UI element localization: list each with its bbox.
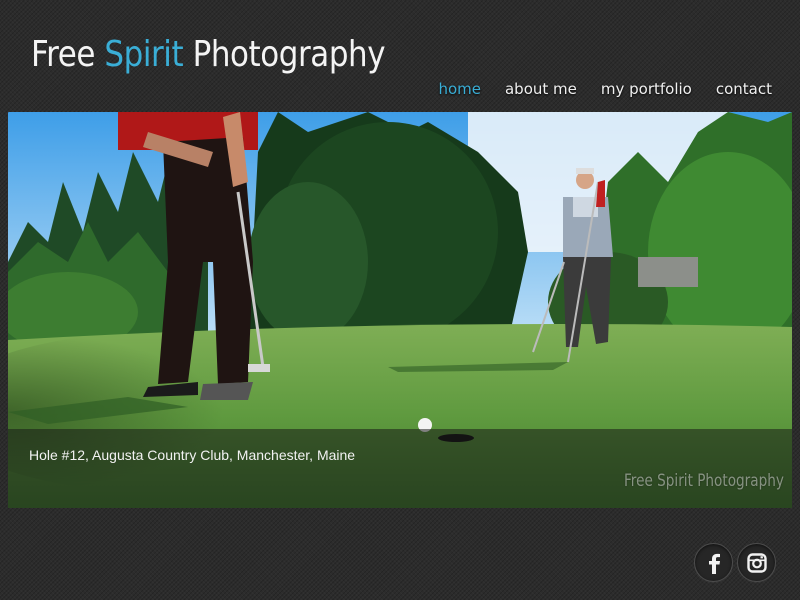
hero-slideshow[interactable]: Hole #12, Augusta Country Club, Manchest… xyxy=(8,112,792,508)
nav-about-me[interactable]: about me xyxy=(505,80,577,98)
logo-text-free: Free xyxy=(31,34,105,75)
photo-watermark: Free Spirit Photography xyxy=(624,471,784,491)
instagram-icon xyxy=(746,552,767,573)
logo-text-photography: Photography xyxy=(183,34,386,75)
main-nav: home about me my portfolio contact xyxy=(438,80,772,98)
facebook-button[interactable] xyxy=(694,543,733,582)
nav-home[interactable]: home xyxy=(438,80,481,98)
facebook-icon xyxy=(708,553,720,574)
nav-my-portfolio[interactable]: my portfolio xyxy=(601,80,692,98)
site-logo[interactable]: Free Spirit Photography xyxy=(31,34,386,75)
photo-caption: Hole #12, Augusta Country Club, Manchest… xyxy=(29,447,356,463)
instagram-button[interactable] xyxy=(737,543,776,582)
caption-bar: Hole #12, Augusta Country Club, Manchest… xyxy=(8,429,792,508)
nav-contact[interactable]: contact xyxy=(716,80,772,98)
logo-text-spirit: Spirit xyxy=(104,34,184,75)
